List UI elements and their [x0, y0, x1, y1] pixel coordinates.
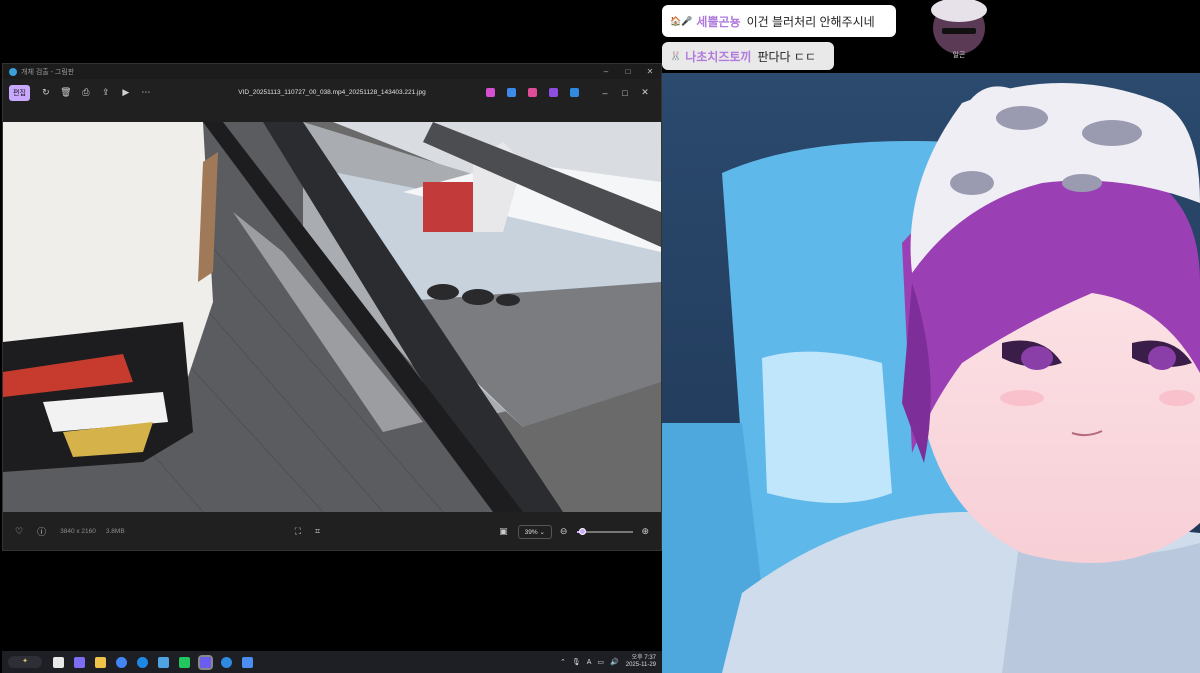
avatar-name: 일곤	[952, 52, 966, 59]
zoom-out-icon[interactable]: ⊖	[560, 526, 568, 537]
cloud-icon[interactable]	[570, 88, 579, 97]
chat-nickname: 나초치즈토끼	[685, 49, 752, 64]
photos-app-window[interactable]: 개체 검출 - 그림판 – □ ✕ 편집 ↻ 🗑 ⎙ ⇪ ▶ ⋯ VID_202…	[2, 63, 662, 551]
more-icon[interactable]: ⋯	[136, 87, 156, 98]
edge-icon[interactable]	[137, 656, 148, 668]
print-icon[interactable]: ⎙	[76, 87, 96, 98]
info-icon[interactable]: ⓘ	[37, 525, 46, 538]
zoom-slider-knob[interactable]	[578, 527, 586, 535]
viewer-toolbar: 편집 ↻ 🗑 ⎙ ⇪ ▶ ⋯ VID_20251113_110727_00_03…	[3, 79, 661, 106]
chat-text: 판다다 ㄷㄷ	[757, 49, 817, 64]
photos-taskbar-icon[interactable]	[221, 656, 232, 668]
rotate-icon[interactable]: ↻	[36, 87, 56, 98]
system-tray: ⌃ 🎙 A ▭ 🔊 오후 7:37 2025-11-29	[557, 655, 656, 669]
volume-icon[interactable]: 🔊	[610, 658, 619, 666]
explorer-icon[interactable]	[95, 656, 106, 668]
stream-frame: 개체 검출 - 그림판 – □ ✕ 편집 ↻ 🗑 ⎙ ⇪ ▶ ⋯ VID_202…	[0, 0, 1200, 673]
delete-icon[interactable]: 🗑	[56, 87, 76, 98]
background-icon[interactable]	[549, 88, 558, 97]
mic-off-icon[interactable]: 🎙	[572, 658, 581, 666]
viewer-statusbar: ♡ ⓘ 3840 x 2160 3.8MB ⛶ ⌗ ▣ 39% ⌄ ⊖ ⊕	[3, 513, 661, 550]
app-icon[interactable]	[179, 656, 190, 668]
chat-badge-icons: 🐰	[670, 50, 682, 61]
streamer-avatar: 일곤	[924, 0, 994, 62]
share-icon[interactable]: ⇪	[96, 87, 116, 98]
chat-nickname: 세뿔곤뇽	[696, 14, 741, 29]
erase-icon[interactable]	[528, 88, 537, 97]
paint-icon[interactable]	[242, 656, 253, 668]
network-icon[interactable]: ▭	[597, 658, 604, 666]
zoom-dropdown[interactable]: 39% ⌄	[517, 524, 552, 539]
copilot-taskbar-icon[interactable]	[74, 656, 85, 668]
twitter-icon[interactable]	[158, 656, 169, 668]
chat-message: 🐰 나초치즈토끼 판다다 ㄷㄷ	[662, 42, 834, 70]
close-view-icon[interactable]: ✕	[635, 87, 655, 98]
vtuber-model	[662, 73, 1200, 673]
chat-text: 이건 블러처리 안해주시네	[746, 14, 875, 29]
slideshow-icon[interactable]: ▶	[116, 87, 136, 98]
photos-app-icon	[9, 67, 17, 76]
photo-canvas[interactable]	[3, 122, 661, 512]
discord-icon[interactable]	[198, 654, 213, 670]
chat-badge-icons: 🏠🎤	[670, 15, 693, 26]
character-illustration	[662, 73, 1200, 673]
edit-photo-icon[interactable]	[507, 88, 516, 97]
image-resolution: 3840 x 2160	[60, 528, 96, 535]
file-size: 3.8MB	[105, 528, 125, 535]
chevron-up-icon[interactable]: ⌃	[560, 658, 566, 666]
fullscreen-icon[interactable]: □	[615, 88, 635, 98]
zoom-slider[interactable]	[577, 527, 634, 535]
start-button[interactable]: ✦	[8, 656, 42, 668]
chat-message: 🏠🎤 세뿔곤뇽 이건 블러처리 안해주시네	[662, 5, 896, 37]
zoom-in-icon[interactable]: ⊕	[641, 526, 649, 537]
photo-image	[3, 122, 661, 512]
minimize-button[interactable]: –	[595, 67, 617, 76]
maximize-button[interactable]: □	[617, 67, 639, 76]
tray-clock[interactable]: 오후 7:37 2025-11-29	[626, 655, 656, 669]
crop-icon[interactable]: ⛶	[295, 526, 301, 537]
chrome-icon[interactable]	[116, 656, 127, 668]
window-title: 개체 검출 - 그림판	[21, 68, 75, 76]
copilot-icon[interactable]	[486, 88, 495, 97]
edit-button[interactable]: 편집	[9, 84, 30, 101]
compare-icon[interactable]: ⌗	[315, 526, 320, 537]
search-icon[interactable]	[53, 656, 64, 668]
minimize-view-icon[interactable]: –	[595, 88, 615, 98]
window-titlebar[interactable]: 개체 검출 - 그림판 – □ ✕	[3, 64, 661, 79]
close-button[interactable]: ✕	[639, 67, 661, 76]
ime-icon[interactable]: A	[587, 659, 592, 666]
windows-taskbar: ✦ ⌃ 🎙 A ▭ 🔊 오후 7:37 2025-11-29	[2, 651, 662, 673]
favorite-icon[interactable]: ♡	[15, 526, 23, 537]
fit-icon[interactable]: ▣	[499, 526, 508, 537]
